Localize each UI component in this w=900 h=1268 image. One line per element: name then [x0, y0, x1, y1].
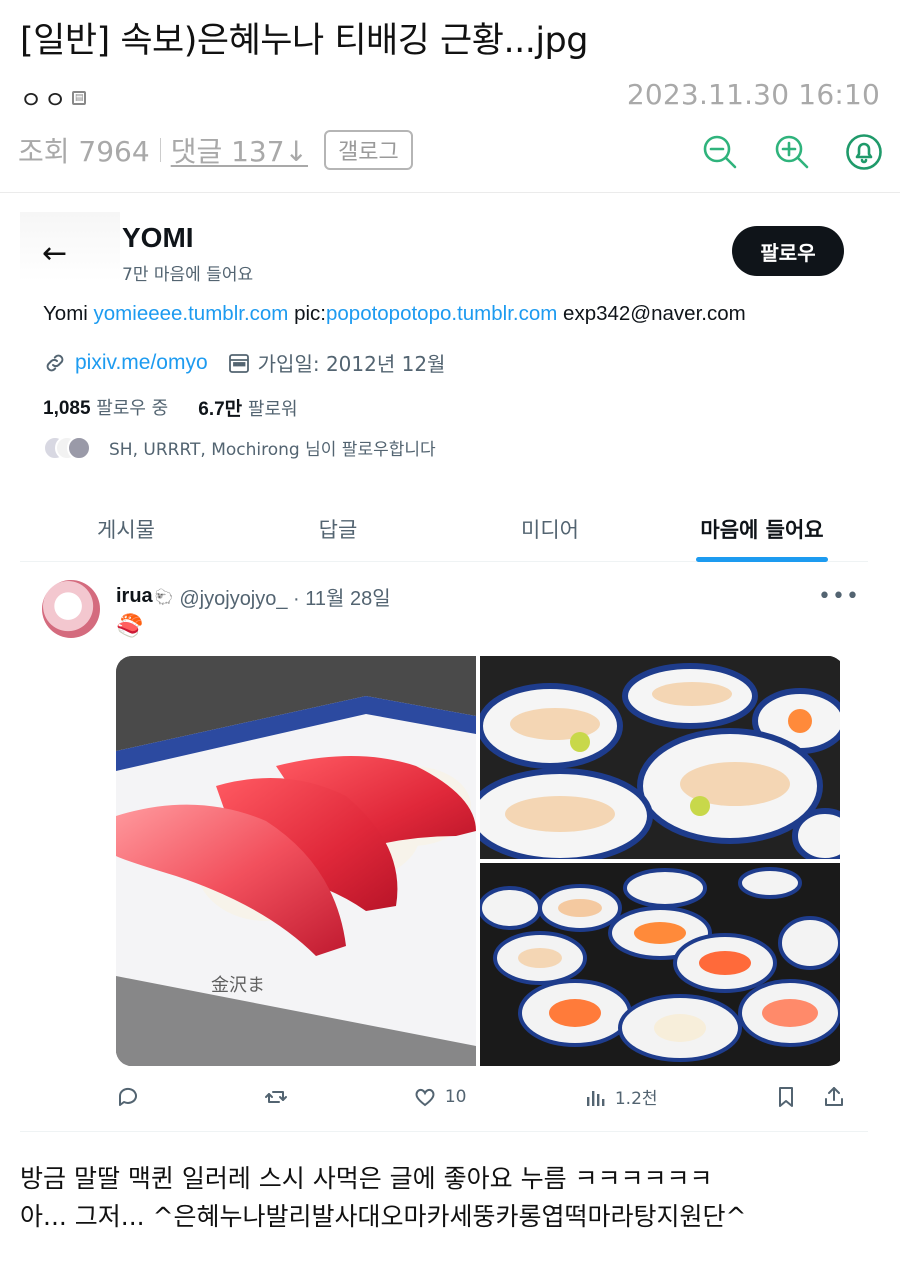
following-count: 1,085 — [43, 398, 91, 419]
tweet-header: irua 🐑 @jyojyojyo_ · 11월 28일 — [116, 582, 391, 611]
twitter-screenshot: ← YOMI 7만 마음에 들어요 팔로우 Yomi yomieeee.tumb… — [20, 212, 868, 1134]
gallog-button[interactable]: 갤로그 — [324, 130, 413, 170]
bell-icon[interactable] — [846, 134, 882, 170]
bio-link-pic[interactable]: popotopotopo.tumblr.com — [326, 302, 557, 325]
view-count: 조회 7964 — [18, 135, 150, 168]
post-toolbar — [702, 134, 882, 170]
bio-name: Yomi — [43, 302, 88, 325]
profile-meta: pixiv.me/omyo 가입일: 2012년 12월 — [43, 348, 445, 377]
tweet-handle-date: @jyojyojyo_ · 11월 28일 — [179, 588, 391, 610]
back-arrow-icon[interactable]: ← — [42, 236, 67, 271]
calendar-icon — [228, 353, 249, 373]
tweet-actions: 10 1.2천 — [116, 1084, 846, 1109]
follow-stats: 1,085 팔로우 중 6.7만 팔로워 — [43, 394, 298, 421]
media-image-plates-2[interactable] — [480, 863, 840, 1066]
tuna-sushi-illustration: 金沢ま — [116, 656, 476, 1066]
post-title: [일반] 속보)은혜누나 티배깅 근황...jpg — [20, 21, 588, 61]
followers-count: 6.7만 — [198, 399, 243, 420]
tab-media[interactable]: 미디어 — [444, 496, 656, 561]
media-image-tuna[interactable]: 金沢ま — [116, 656, 476, 1066]
profile-tabs: 게시물 답글 미디어 마음에 들어요 — [20, 496, 868, 562]
view-count-tweet: 1.2천 — [614, 1089, 658, 1109]
following-stat[interactable]: 1,085 팔로우 중 — [43, 394, 168, 421]
follower-avatars — [43, 432, 93, 462]
followers-stat[interactable]: 6.7만 팔로워 — [198, 394, 297, 421]
website-link[interactable]: pixiv.me/omyo — [75, 351, 208, 375]
header-divider — [0, 192, 900, 193]
avatar[interactable] — [42, 580, 100, 638]
tweet-username[interactable]: irua — [116, 585, 153, 608]
link-icon — [46, 354, 64, 371]
sushi-plates-illustration — [480, 656, 840, 859]
bio-email: exp342@naver.com — [563, 302, 746, 325]
like-count: 10 — [444, 1086, 467, 1107]
followed-by-text: SH, URRRT, Mochirong 님이 팔로우합니다 — [109, 439, 436, 460]
more-options-icon[interactable]: ••• — [818, 584, 860, 609]
tab-replies[interactable]: 답글 — [232, 496, 444, 561]
tweet-secondary-actions — [774, 1085, 846, 1109]
followed-by[interactable]: SH, URRRT, Mochirong 님이 팔로우합니다 — [43, 432, 436, 462]
post-body: 방금 말딸 맥퀸 일러레 스시 사먹은 글에 좋아요 누름 ㅋㅋㅋㅋㅋㅋ 아..… — [20, 1160, 746, 1236]
post-body-line: 방금 말딸 맥퀸 일러레 스시 사먹은 글에 좋아요 누름 ㅋㅋㅋㅋㅋㅋ — [20, 1164, 713, 1193]
tab-posts[interactable]: 게시물 — [20, 496, 232, 561]
profile-name: YOMI — [122, 222, 194, 253]
views-button[interactable]: 1.2천 — [583, 1084, 658, 1109]
reply-button[interactable] — [116, 1085, 148, 1109]
tweet[interactable]: irua 🐑 @jyojyojyo_ · 11월 28일 ••• 🍣 金沢ま 1… — [20, 562, 868, 1132]
avatar — [67, 436, 91, 460]
sushi-spread-illustration — [480, 863, 840, 1066]
post-body-line: 아... 그저... ^은혜누나발리발사대오마카세뚱카롱엽떡마라탕지원단^ — [20, 1202, 747, 1231]
bio-link-tumblr[interactable]: yomieeee.tumblr.com — [94, 302, 289, 325]
join-date: 가입일: 2012년 12월 — [257, 352, 446, 376]
bookmark-icon[interactable] — [774, 1085, 798, 1109]
comments-link[interactable]: 댓글 137↓ — [171, 130, 308, 170]
tab-likes[interactable]: 마음에 들어요 — [656, 496, 868, 562]
profile-likes-count: 7만 마음에 들어요 — [122, 265, 254, 285]
retweet-icon — [265, 1090, 288, 1103]
meta-divider — [159, 138, 161, 162]
profile-bio: Yomi yomieeee.tumblr.com pic:popotopotop… — [43, 302, 746, 326]
fixed-nick-badge-icon: ▤ — [72, 90, 87, 105]
banner-fade — [20, 212, 120, 282]
zoom-in-icon[interactable] — [774, 134, 810, 170]
follow-button[interactable]: 팔로우 — [732, 226, 844, 276]
retweet-button[interactable] — [264, 1085, 296, 1109]
svg-text:金沢ま: 金沢ま — [211, 975, 265, 996]
author-info[interactable]: ㅇㅇ ▤ — [20, 80, 87, 115]
following-label: 팔로우 중 — [96, 398, 169, 419]
post-date: 2023.11.30 16:10 — [626, 78, 880, 111]
tweet-text: 🍣 — [116, 614, 144, 639]
media-image-plates-1[interactable] — [480, 656, 840, 859]
analytics-icon — [586, 1090, 605, 1106]
reply-icon — [118, 1087, 137, 1106]
followers-label: 팔로워 — [247, 399, 298, 420]
author-name[interactable]: ㅇㅇ — [20, 80, 68, 115]
heart-icon — [415, 1088, 435, 1106]
bio-pic-label: pic: — [294, 302, 326, 325]
share-icon[interactable] — [822, 1085, 846, 1109]
post-meta: 조회 7964 댓글 137↓ 갤로그 — [18, 130, 413, 170]
like-button[interactable]: 10 — [413, 1085, 467, 1109]
zoom-out-icon[interactable] — [702, 134, 738, 170]
tweet-media-grid: 金沢ま — [116, 656, 844, 1066]
sheep-emoji-icon: 🐑 — [154, 587, 174, 606]
